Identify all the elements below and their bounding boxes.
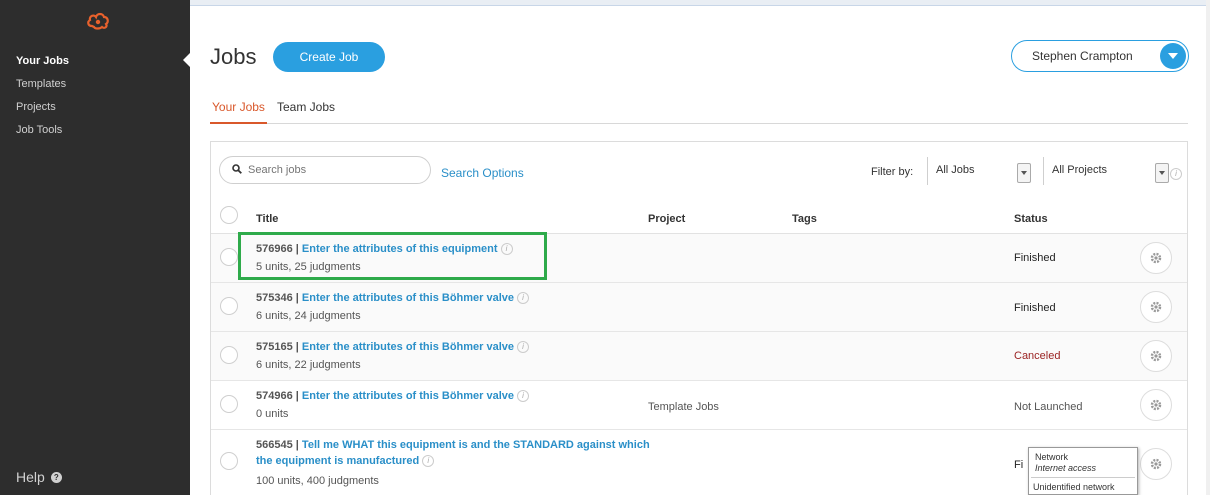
job-title-line: 575346 | Enter the attributes of this Bö… <box>256 290 651 306</box>
info-icon[interactable]: i <box>517 341 530 354</box>
job-settings-button[interactable] <box>1140 448 1172 480</box>
row-checkbox[interactable] <box>220 248 238 266</box>
filter-projects-value: All Projects <box>1052 164 1108 176</box>
job-settings-button[interactable] <box>1140 389 1172 421</box>
search-icon <box>232 164 242 174</box>
sidebar: Your Jobs Templates Projects Job Tools H… <box>0 0 190 495</box>
info-icon[interactable]: i <box>500 243 513 256</box>
job-units: 6 units, 22 judgments <box>256 359 361 371</box>
scrollbar[interactable] <box>1206 0 1210 495</box>
job-title-line: 574966 | Enter the attributes of this Bö… <box>256 388 651 404</box>
filter-projects-select[interactable]: All Projects <box>1043 157 1169 185</box>
info-icon[interactable]: i <box>517 390 530 403</box>
job-units: 6 units, 24 judgments <box>256 310 361 322</box>
tab-team-jobs[interactable]: Team Jobs <box>277 100 335 124</box>
select-all-checkbox[interactable] <box>220 206 238 224</box>
gear-icon <box>1150 252 1162 264</box>
job-title-line: 566545 | Tell me WHAT this equipment is … <box>256 439 650 468</box>
filter-jobs-select[interactable]: All Jobs <box>927 157 1031 185</box>
user-name: Stephen Crampton <box>1032 49 1133 63</box>
help-label: Help <box>16 469 45 485</box>
active-nav-pointer <box>183 52 191 68</box>
row-checkbox[interactable] <box>220 395 238 413</box>
sidebar-item-your-jobs[interactable]: Your Jobs <box>16 50 69 73</box>
help-link[interactable]: Help ? <box>16 469 62 485</box>
job-id: 575165 <box>256 341 293 353</box>
info-icon[interactable]: i <box>1170 168 1182 180</box>
chevron-down-icon[interactable] <box>1017 163 1031 183</box>
sidebar-item-projects[interactable]: Projects <box>16 96 69 119</box>
job-settings-button[interactable] <box>1140 340 1172 372</box>
job-tabs: Your Jobs Team Jobs <box>210 100 1188 124</box>
sidebar-nav: Your Jobs Templates Projects Job Tools <box>16 50 69 142</box>
job-settings-button[interactable] <box>1140 291 1172 323</box>
job-units: 0 units <box>256 408 289 420</box>
job-settings-button[interactable] <box>1140 242 1172 274</box>
cloud-logo-icon[interactable] <box>86 10 110 30</box>
gear-icon <box>1150 458 1162 470</box>
table-row[interactable]: 576966 | Enter the attributes of this eq… <box>211 234 1187 283</box>
top-border <box>190 0 1210 6</box>
tooltip-line-3: Unidentified network <box>1033 482 1115 492</box>
tooltip-line-2: Internet access <box>1035 463 1097 473</box>
job-id: 566545 <box>256 439 293 451</box>
job-title-link[interactable]: Enter the attributes of this Böhmer valv… <box>302 292 514 304</box>
tooltip-divider <box>1031 477 1135 478</box>
sidebar-item-templates[interactable]: Templates <box>16 73 69 96</box>
job-title-link[interactable]: Tell me WHAT this equipment is and the S… <box>256 439 650 467</box>
info-icon[interactable]: i <box>422 455 435 468</box>
table-row[interactable]: 575165 | Enter the attributes of this Bö… <box>211 332 1187 381</box>
chevron-down-icon[interactable] <box>1155 163 1169 183</box>
table-header: Title Project Tags Status <box>211 202 1187 234</box>
column-header-title[interactable]: Title <box>256 213 278 225</box>
status-text: Finished <box>1014 302 1056 314</box>
user-menu-dropdown[interactable]: Stephen Crampton <box>1011 40 1189 72</box>
gear-icon <box>1150 301 1162 313</box>
column-header-status[interactable]: Status <box>1014 213 1048 225</box>
filter-jobs-value: All Jobs <box>936 164 975 176</box>
job-units: 100 units, 400 judgments <box>256 475 379 487</box>
gear-icon <box>1150 399 1162 411</box>
sidebar-item-job-tools[interactable]: Job Tools <box>16 119 69 142</box>
network-tooltip: Network Internet access Unidentified net… <box>1028 447 1138 495</box>
status-text: Not Launched <box>1014 401 1083 413</box>
search-options-link[interactable]: Search Options <box>441 166 524 180</box>
job-units: 5 units, 25 judgments <box>256 261 361 273</box>
jobs-panel: Search Options Filter by: All Jobs All P… <box>210 141 1188 495</box>
job-id: 574966 <box>256 390 293 402</box>
row-checkbox[interactable] <box>220 297 238 315</box>
tab-your-jobs[interactable]: Your Jobs <box>210 100 267 124</box>
create-job-button[interactable]: Create Job <box>273 42 385 72</box>
job-title-link[interactable]: Enter the attributes of this equipment <box>302 243 498 255</box>
info-icon[interactable]: i <box>517 292 530 305</box>
status-text: Canceled <box>1014 350 1061 362</box>
job-id: 575346 <box>256 292 293 304</box>
question-icon: ? <box>50 471 62 483</box>
job-project: Template Jobs <box>648 401 719 413</box>
search-box[interactable] <box>219 156 431 184</box>
job-id: 576966 <box>256 243 293 255</box>
page-title: Jobs <box>210 44 257 69</box>
job-title-link[interactable]: Enter the attributes of this Böhmer valv… <box>302 341 514 353</box>
job-title-link[interactable]: Enter the attributes of this Böhmer valv… <box>302 390 514 402</box>
filter-label: Filter by: <box>871 166 914 178</box>
gear-icon <box>1150 350 1162 362</box>
table-row[interactable]: 574966 | Enter the attributes of this Bö… <box>211 381 1187 430</box>
app-window: Your Jobs Templates Projects Job Tools H… <box>0 0 1210 495</box>
job-title-line: 575165 | Enter the attributes of this Bö… <box>256 339 651 355</box>
column-header-tags[interactable]: Tags <box>792 213 817 225</box>
table-row[interactable]: 575346 | Enter the attributes of this Bö… <box>211 283 1187 332</box>
tooltip-line-1: Network <box>1035 452 1069 462</box>
status-text: Fi <box>1014 459 1024 471</box>
row-checkbox[interactable] <box>220 346 238 364</box>
chevron-down-icon[interactable] <box>1160 43 1186 69</box>
row-checkbox[interactable] <box>220 452 238 470</box>
column-header-project[interactable]: Project <box>648 213 685 225</box>
search-input[interactable] <box>248 162 418 178</box>
job-title-line: 576966 | Enter the attributes of this eq… <box>256 241 651 257</box>
status-text: Finished <box>1014 252 1056 264</box>
